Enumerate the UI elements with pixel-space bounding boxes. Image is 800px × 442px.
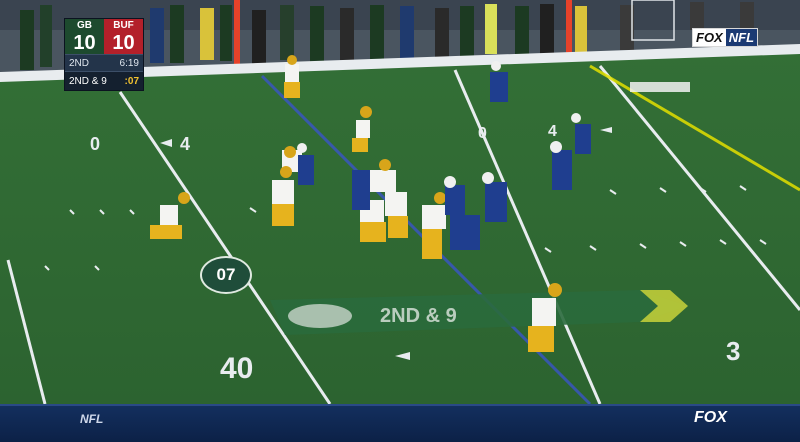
scorebug: GB BUF 10 10 2ND 6:19 2ND & 9 :07 — [64, 18, 144, 91]
bottom-banner: NFL FOX — [0, 404, 800, 442]
fox-logo: FOX — [693, 29, 726, 46]
yard-number-0-right: 0 — [478, 125, 487, 142]
nfl-field-logo — [630, 82, 690, 92]
game-clock-row: 2ND 6:19 — [65, 54, 143, 71]
down-distance: 2ND & 9 — [69, 76, 107, 87]
bottom-nfl-logo: NFL — [80, 412, 104, 426]
yard-number-4-left: 4 — [180, 134, 190, 154]
yard-number-4-right: 4 — [548, 123, 557, 140]
play-clock-badge: 07 — [200, 256, 252, 294]
nfl-logo: NFL — [725, 29, 758, 46]
situation-row: 2ND & 9 :07 — [65, 71, 143, 90]
down-distance-field-text: 2ND & 9 — [380, 305, 457, 327]
broadcast-frame: 0 4 0 4 40 3 2ND & 9 GB BUF 10 10 2ND 6:… — [0, 0, 800, 442]
away-team-score: 10 — [104, 32, 143, 54]
away-team-abbr: BUF — [104, 19, 143, 32]
game-clock: 6:19 — [119, 58, 139, 69]
yard-number-3-bottom: 3 — [726, 336, 740, 366]
home-team-abbr: GB — [65, 19, 104, 32]
play-clock: :07 — [124, 76, 139, 87]
quarter: 2ND — [69, 58, 90, 69]
bottom-fox-logo: FOX — [694, 409, 727, 426]
yard-number-40-bottom: 40 — [220, 352, 253, 385]
yard-number-0-left: 0 — [90, 134, 100, 154]
network-bug: FOX NFL — [692, 28, 759, 47]
home-team-score: 10 — [65, 32, 104, 54]
